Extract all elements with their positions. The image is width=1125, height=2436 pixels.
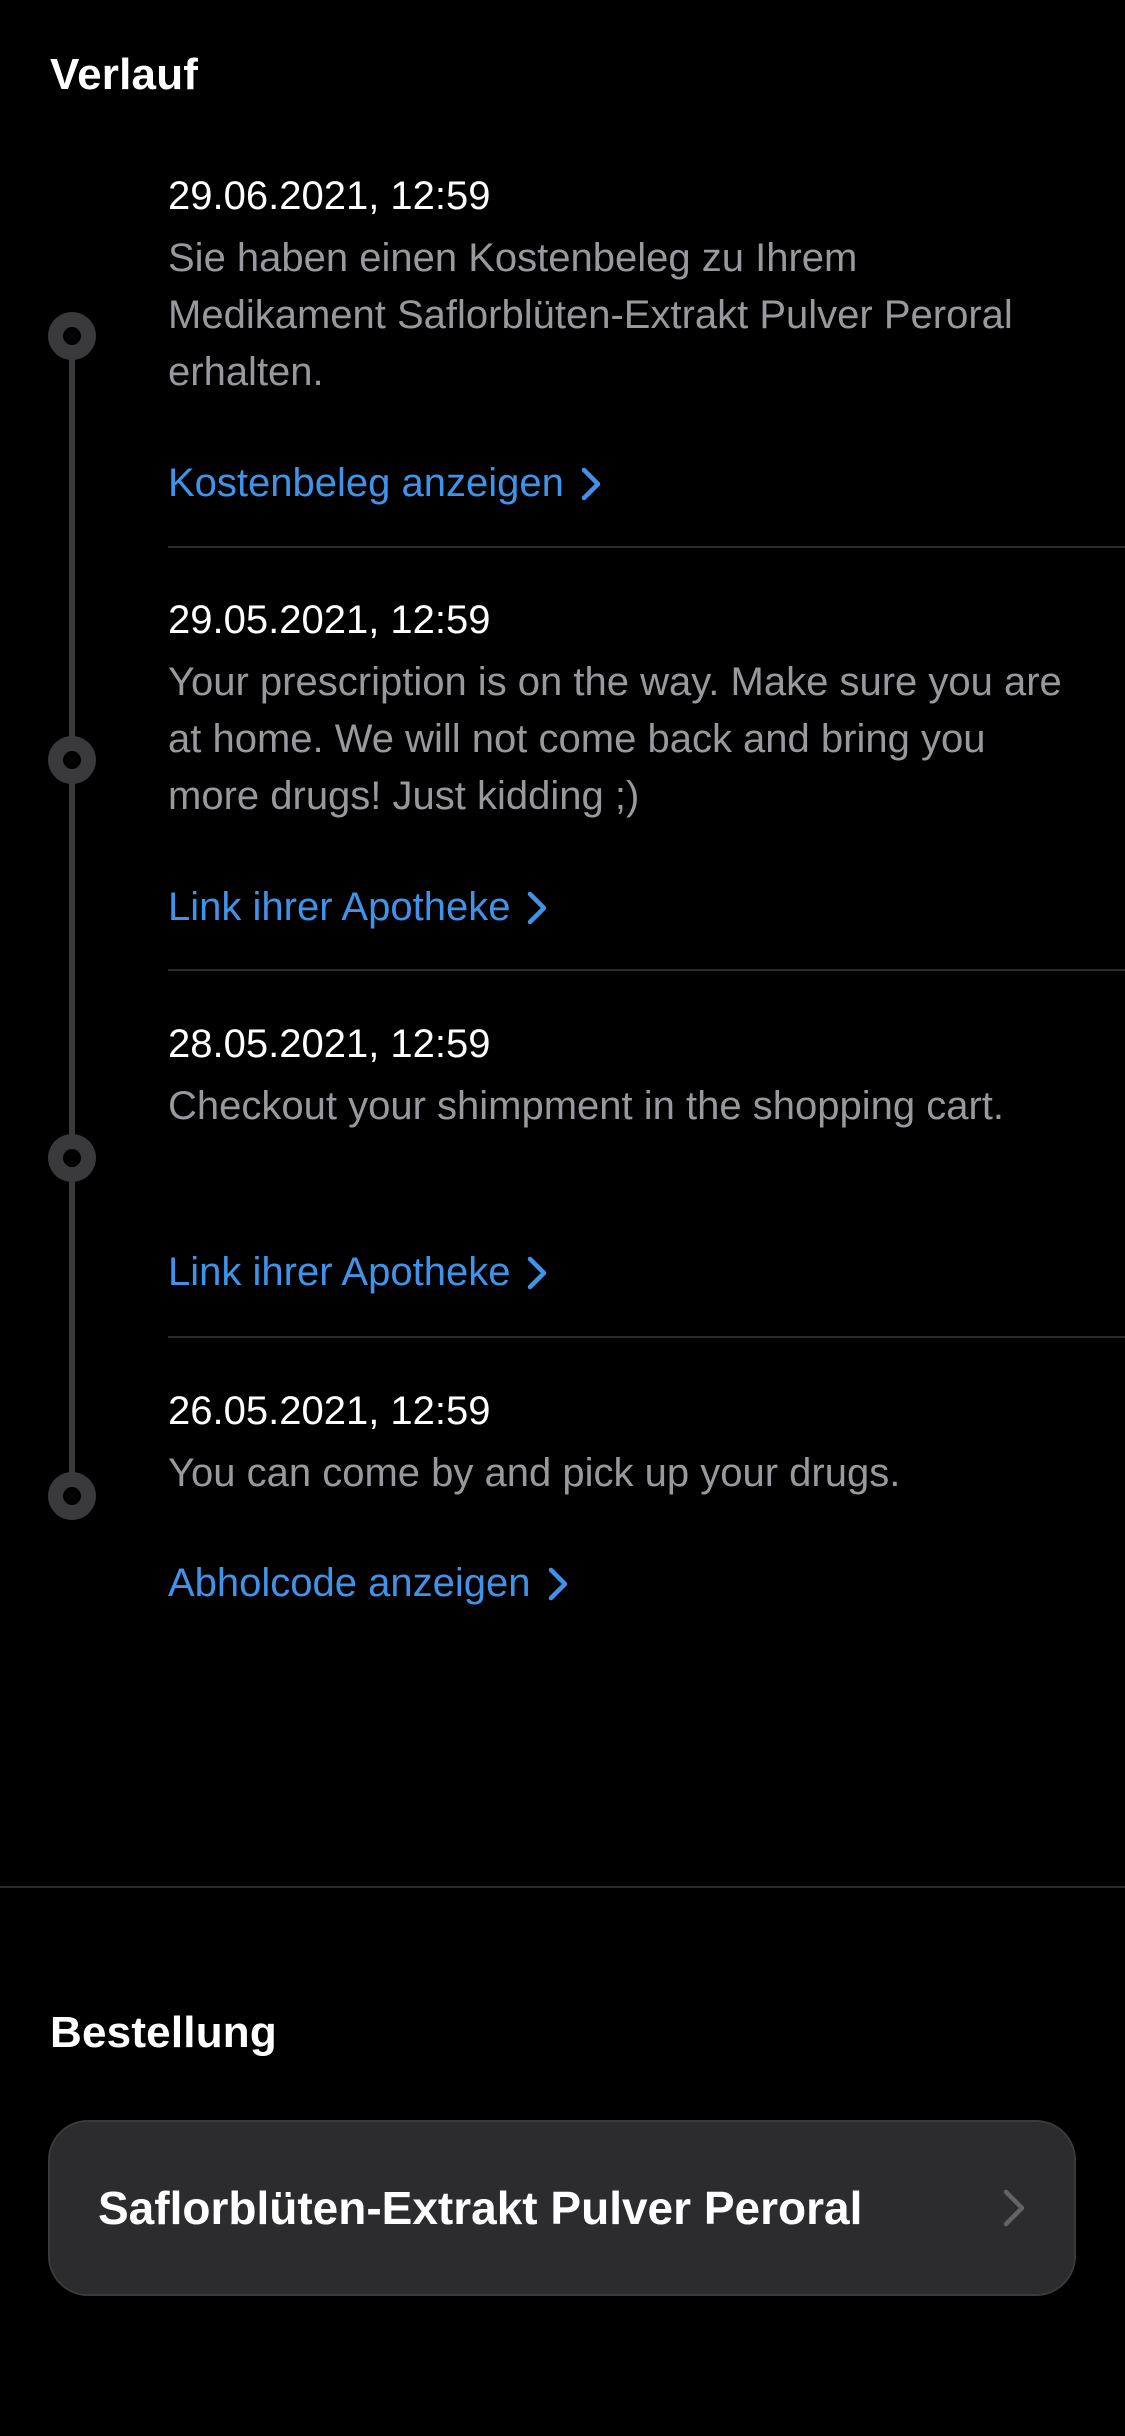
entry-text: Sie haben einen Kostenbeleg zu Ihrem Med… [168,236,1013,394]
link-label: Kostenbeleg anzeigen [168,461,564,505]
history-entry: 26.05.2021, 12:59 You can come by and pi… [168,1383,1125,1643]
history-entry: 29.06.2021, 12:59 Sie haben einen Kosten… [168,168,1125,538]
timeline-dot-icon [48,312,96,360]
order-item-name: Saflorblüten-Extrakt Pulver Peroral [98,2182,863,2234]
timeline-line [69,336,75,1496]
entry-date: 29.06.2021, 12:59 [168,174,491,218]
entry-text: You can come by and pick up your drugs. [168,1451,901,1495]
chevron-right-icon [528,1256,547,1289]
entry-text: Checkout your shimpment in the shopping … [168,1084,1004,1128]
order-section-title: Bestellung [50,2008,277,2057]
link-label: Abholcode anzeigen [168,1561,531,1605]
history-entry: 29.05.2021, 12:59 Your prescription is o… [168,592,1125,962]
entry-date: 28.05.2021, 12:59 [168,1022,491,1066]
history-entry: 28.05.2021, 12:59 Checkout your shimpmen… [168,1016,1125,1316]
timeline-dot-icon [48,1472,96,1520]
timeline-dot-icon [48,1134,96,1182]
pharmacy-link[interactable]: Link ihrer Apotheke [168,879,548,936]
view-receipt-link[interactable]: Kostenbeleg anzeigen [168,455,602,512]
link-label: Link ihrer Apotheke [168,885,511,929]
pharmacy-link[interactable]: Link ihrer Apotheke [168,1244,548,1301]
pickup-code-link[interactable]: Abholcode anzeigen [168,1555,569,1612]
chevron-right-icon [581,467,601,500]
chevron-right-icon [528,891,547,924]
history-section-title: Verlauf [50,50,199,99]
entry-divider [168,1336,1125,1338]
entry-text: Your prescription is on the way. Make su… [168,660,1062,818]
chevron-right-icon [548,1567,567,1600]
entry-date: 29.05.2021, 12:59 [168,598,491,642]
entry-date: 26.05.2021, 12:59 [168,1389,491,1433]
timeline-dot-icon [48,736,96,784]
section-divider [0,1886,1125,1888]
order-item-card[interactable]: Saflorblüten-Extrakt Pulver Peroral [48,2120,1076,2296]
entry-divider [168,546,1125,548]
chevron-right-icon [1002,2188,1026,2228]
link-label: Link ihrer Apotheke [168,1250,511,1294]
entry-divider [168,969,1125,971]
